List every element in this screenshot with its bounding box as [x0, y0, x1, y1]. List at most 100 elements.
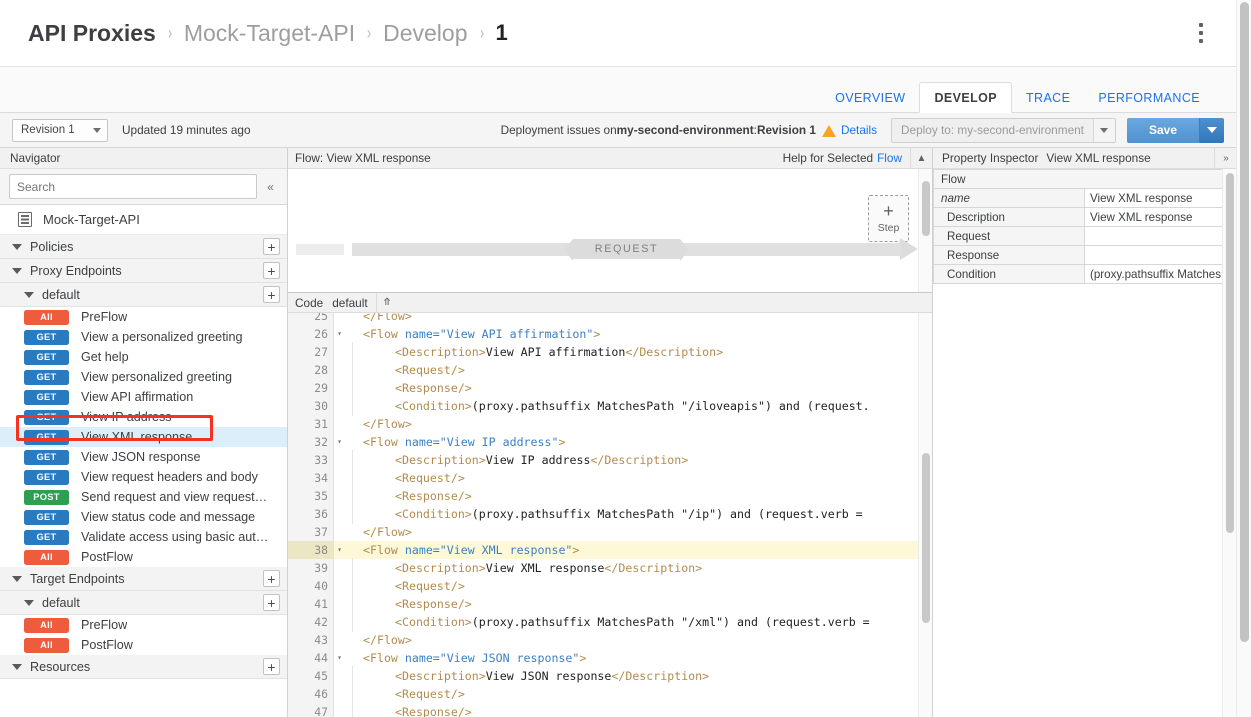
sidebar-item-proxy-flow-1[interactable]: GETView a personalized greeting: [0, 327, 287, 347]
code-line[interactable]: 43</Flow>: [288, 631, 918, 649]
code-line[interactable]: 28<Request/>: [288, 361, 918, 379]
property-group-label: Flow: [934, 170, 1236, 189]
sidebar-item-proxy-flow-0[interactable]: AllPreFlow: [0, 307, 287, 327]
sidebar-item-proxy-flow-5[interactable]: GETView IP address: [0, 407, 287, 427]
code-line[interactable]: 29<Response/>: [288, 379, 918, 397]
tab-trace[interactable]: TRACE: [1012, 83, 1084, 113]
property-inspector-panel: Property Inspector View XML response » F…: [933, 148, 1236, 717]
code-fold-toggle-icon[interactable]: ▾: [334, 649, 345, 667]
expand-property-inspector-icon[interactable]: »: [1214, 148, 1236, 168]
sidebar-item-proxy-flow-4[interactable]: GETView API affirmation: [0, 387, 287, 407]
add-policy-button[interactable]: +: [263, 238, 280, 255]
tab-overview[interactable]: OVERVIEW: [821, 83, 919, 113]
code-fold-toggle-icon[interactable]: ▾: [334, 325, 345, 343]
code-line[interactable]: 33<Description>View IP address</Descript…: [288, 451, 918, 469]
property-value[interactable]: View XML response: [1085, 208, 1236, 227]
sidebar-section-resources[interactable]: Resources +: [0, 655, 287, 679]
code-line[interactable]: 46<Request/>: [288, 685, 918, 703]
code-line[interactable]: 40<Request/>: [288, 577, 918, 595]
sidebar-subsection-target-default[interactable]: default +: [0, 591, 287, 615]
breadcrumb-item-mock-target-api[interactable]: Mock-Target-API: [184, 20, 355, 47]
sidebar-item-proxy-flow-11[interactable]: GETValidate access using basic aut…: [0, 527, 287, 547]
collapse-navigator-icon[interactable]: «: [257, 172, 283, 202]
code-editor-scrollbar-thumb[interactable]: [922, 453, 930, 623]
code-line[interactable]: 47<Response/>: [288, 703, 918, 717]
code-fold-toggle-icon[interactable]: ▾: [334, 433, 345, 451]
sidebar-item-target-flow-0[interactable]: AllPreFlow: [0, 615, 287, 635]
property-value[interactable]: [1085, 246, 1236, 265]
code-line[interactable]: 25</Flow>: [288, 313, 918, 325]
search-input[interactable]: [9, 174, 257, 199]
tab-develop[interactable]: DEVELOP: [919, 82, 1012, 113]
kebab-menu-icon[interactable]: [1188, 19, 1214, 47]
sidebar-item-proxy-flow-7[interactable]: GETView JSON response: [0, 447, 287, 467]
tab-performance[interactable]: PERFORMANCE: [1084, 83, 1214, 113]
property-inspector-scrollbar[interactable]: [1222, 169, 1236, 717]
flow-canvas-scrollbar-thumb[interactable]: [922, 181, 930, 236]
code-panel-chevron-icon[interactable]: ⤊: [376, 293, 398, 313]
code-line[interactable]: 34<Request/>: [288, 469, 918, 487]
save-button[interactable]: Save: [1127, 118, 1200, 143]
help-flow-link[interactable]: Flow: [877, 151, 902, 165]
sidebar-item-proxy-flow-10[interactable]: GETView status code and message: [0, 507, 287, 527]
add-target-endpoint-button[interactable]: +: [263, 570, 280, 587]
add-step-button[interactable]: + Step: [868, 195, 909, 242]
sidebar-item-proxy-flow-3[interactable]: GETView personalized greeting: [0, 367, 287, 387]
page-scrollbar[interactable]: [1236, 0, 1251, 717]
sidebar-section-proxy-endpoints[interactable]: Proxy Endpoints +: [0, 259, 287, 283]
sidebar-section-target-endpoints[interactable]: Target Endpoints +: [0, 567, 287, 591]
revision-select[interactable]: Revision 1: [12, 119, 108, 142]
code-editor[interactable]: 25</Flow>26▾<Flow name="View API affirma…: [288, 313, 932, 717]
sidebar-item-proxy-flow-6[interactable]: GETView XML response: [0, 427, 287, 447]
code-line[interactable]: 42<Condition>(proxy.pathsuffix MatchesPa…: [288, 613, 918, 631]
details-link[interactable]: Details: [841, 123, 877, 137]
save-dropdown-button[interactable]: [1200, 118, 1224, 143]
sidebar-item-target-flow-1[interactable]: AllPostFlow: [0, 635, 287, 655]
property-value[interactable]: [1085, 227, 1236, 246]
add-target-flow-button[interactable]: +: [263, 594, 280, 611]
chevron-down-icon[interactable]: [1093, 119, 1115, 142]
code-line[interactable]: 37</Flow>: [288, 523, 918, 541]
code-line[interactable]: 39<Description>View XML response</Descri…: [288, 559, 918, 577]
sidebar-item-proxy-flow-8[interactable]: GETView request headers and body: [0, 467, 287, 487]
property-value[interactable]: View XML response: [1085, 189, 1236, 208]
code-line[interactable]: 30<Condition>(proxy.pathsuffix MatchesPa…: [288, 397, 918, 415]
code-line[interactable]: 26▾<Flow name="View API affirmation">: [288, 325, 918, 343]
add-resource-button[interactable]: +: [263, 658, 280, 675]
code-editor-scrollbar[interactable]: [918, 313, 932, 717]
sidebar-item-proxy-flow-9[interactable]: POSTSend request and view request…: [0, 487, 287, 507]
code-line[interactable]: 32▾<Flow name="View IP address">: [288, 433, 918, 451]
add-proxy-flow-button[interactable]: +: [263, 286, 280, 303]
sidebar-section-label: Resources: [30, 660, 90, 674]
sidebar-item-proxy-flow-2[interactable]: GETGet help: [0, 347, 287, 367]
flow-item-label: PreFlow: [81, 310, 127, 324]
code-line-number: 30: [288, 397, 334, 415]
flow-canvas-scrollbar[interactable]: [918, 169, 932, 292]
http-verb-badge: POST: [24, 490, 69, 505]
property-value[interactable]: (proxy.pathsuffix MatchesPath "/x: [1085, 265, 1236, 284]
property-table: Flow nameView XML responseDescriptionVie…: [933, 169, 1236, 284]
tree-root-mock-target-api[interactable]: Mock-Target-API: [0, 205, 287, 235]
code-line[interactable]: 31</Flow>: [288, 415, 918, 433]
code-line[interactable]: 44▾<Flow name="View JSON response">: [288, 649, 918, 667]
breadcrumb-item-revision[interactable]: 1: [496, 20, 508, 46]
breadcrumb-item-api-proxies[interactable]: API Proxies: [28, 20, 156, 47]
code-line[interactable]: 27<Description>View API affirmation</Des…: [288, 343, 918, 361]
collapse-flow-panel-icon[interactable]: ▲: [910, 148, 932, 168]
sidebar-item-proxy-flow-12[interactable]: AllPostFlow: [0, 547, 287, 567]
http-verb-badge: GET: [24, 530, 69, 545]
code-line[interactable]: 36<Condition>(proxy.pathsuffix MatchesPa…: [288, 505, 918, 523]
add-proxy-endpoint-button[interactable]: +: [263, 262, 280, 279]
code-line[interactable]: 41<Response/>: [288, 595, 918, 613]
code-line[interactable]: 45<Description>View JSON response</Descr…: [288, 667, 918, 685]
sidebar-section-policies[interactable]: Policies +: [0, 235, 287, 259]
sidebar-subsection-proxy-default[interactable]: default +: [0, 283, 287, 307]
breadcrumb-item-develop[interactable]: Develop: [383, 20, 467, 47]
code-line[interactable]: 38▾<Flow name="View XML response">: [288, 541, 918, 559]
code-line[interactable]: 35<Response/>: [288, 487, 918, 505]
property-inspector-scrollbar-thumb[interactable]: [1226, 173, 1234, 533]
code-fold-toggle-icon[interactable]: ▾: [334, 541, 345, 559]
deploy-to-select[interactable]: Deploy to: my-second-environment: [891, 118, 1116, 143]
flow-panel-title: Flow: View XML response: [295, 151, 431, 165]
page-scrollbar-thumb[interactable]: [1240, 2, 1249, 642]
